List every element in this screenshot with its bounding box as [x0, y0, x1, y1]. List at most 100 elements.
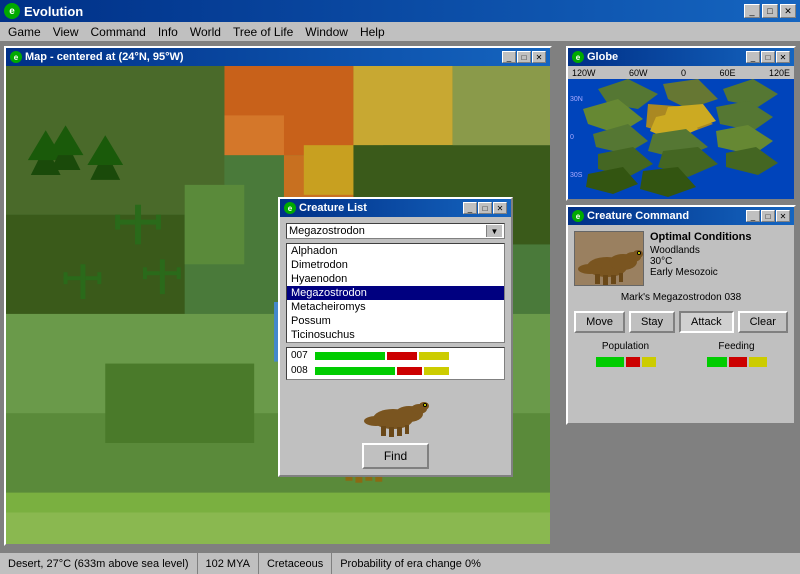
- minimize-button[interactable]: _: [744, 4, 760, 18]
- creature-list-window: e Creature List _ □ ✕ Megazostrodon ▼ Al…: [278, 197, 513, 477]
- status-bar: Desert, 27°C (633m above sea level) 102 …: [0, 552, 800, 574]
- globe-title: Globe: [587, 51, 618, 63]
- title-bar: e Evolution _ □ ✕: [0, 0, 800, 22]
- creature-cmd-close-btn[interactable]: ✕: [776, 210, 790, 222]
- era-value: Early Mesozoic: [650, 267, 788, 278]
- map-window-icon: e: [10, 51, 22, 63]
- globe-close-btn[interactable]: ✕: [776, 51, 790, 63]
- list-item-possum[interactable]: Possum: [287, 314, 504, 328]
- creature-cmd-content: Optimal Conditions Woodlands 30°C Early …: [568, 225, 794, 423]
- attack-button[interactable]: Attack: [679, 311, 734, 333]
- menu-tree-of-life[interactable]: Tree of Life: [227, 24, 299, 40]
- creature-list-icon: e: [284, 202, 296, 214]
- list-item-ticinosuchus[interactable]: Ticinosuchus: [287, 328, 504, 342]
- app-icon: e: [4, 3, 20, 19]
- globe-lon-120w: 120W: [572, 68, 596, 78]
- menu-game[interactable]: Game: [2, 24, 47, 40]
- habitat-value: Woodlands: [650, 245, 788, 256]
- menu-bar: Game View Command Info World Tree of Lif…: [0, 22, 800, 42]
- list-item-megazostrodon[interactable]: Megazostrodon: [287, 286, 504, 300]
- feeding-label: Feeding: [685, 341, 788, 352]
- creature-cmd-title: Creature Command: [587, 210, 689, 222]
- map-title: Map - centered at (24°N, 95°W): [25, 51, 184, 63]
- stay-button[interactable]: Stay: [629, 311, 675, 333]
- globe-minimize-btn[interactable]: _: [746, 51, 760, 63]
- population-section: Population: [574, 341, 677, 367]
- list-item-metacheiromys[interactable]: Metacheiromys: [287, 300, 504, 314]
- clear-button[interactable]: Clear: [738, 311, 788, 333]
- population-label: Population: [574, 341, 677, 352]
- progress-bars-section: 007 008: [286, 347, 505, 380]
- globe-maximize-btn[interactable]: □: [761, 51, 775, 63]
- menu-command[interactable]: Command: [84, 24, 151, 40]
- creature-cmd-minimize-btn[interactable]: _: [746, 210, 760, 222]
- main-area: e Map - centered at (24°N, 95°W) _ □ ✕: [0, 42, 800, 572]
- creature-cmd-icon: e: [572, 210, 584, 222]
- map-close-btn[interactable]: ✕: [532, 51, 546, 63]
- bar-row-007-id: 007: [291, 350, 313, 361]
- globe-lon-60w: 60W: [629, 68, 648, 78]
- creature-image-area: [286, 384, 505, 439]
- list-item-hyaenodon[interactable]: Hyaenodon: [287, 272, 504, 286]
- creature-listbox[interactable]: Alphadon Dimetrodon Hyaenodon Megazostro…: [286, 243, 505, 343]
- population-feeding-row: Population Feeding: [574, 341, 788, 367]
- map-titlebar: e Map - centered at (24°N, 95°W) _ □ ✕: [6, 48, 550, 66]
- creature-stats: Optimal Conditions Woodlands 30°C Early …: [650, 231, 788, 278]
- dropdown-arrow-icon: ▼: [486, 225, 502, 237]
- list-item-dimetrodon[interactable]: Dimetrodon: [287, 258, 504, 272]
- app-title: Evolution: [24, 4, 83, 19]
- find-button[interactable]: Find: [362, 443, 429, 469]
- globe-lon-60e: 60E: [719, 68, 735, 78]
- maximize-button[interactable]: □: [762, 4, 778, 18]
- menu-help[interactable]: Help: [354, 24, 391, 40]
- creature-list-close-btn[interactable]: ✕: [493, 202, 507, 214]
- creature-info-row: Optimal Conditions Woodlands 30°C Early …: [574, 231, 788, 286]
- creature-image-svg: [575, 232, 644, 286]
- dropdown-value: Megazostrodon: [289, 225, 365, 237]
- creature-list-image-svg: [361, 384, 431, 439]
- creature-dropdown[interactable]: Megazostrodon ▼: [286, 223, 505, 239]
- titlebar-buttons: _ □ ✕: [744, 4, 796, 18]
- globe-svg: 30N 0 30S: [568, 79, 794, 199]
- globe-icon: e: [572, 51, 584, 63]
- bar-008-svg: [315, 366, 460, 376]
- globe-titlebar: e Globe _ □ ✕: [568, 48, 794, 66]
- status-location: Desert, 27°C (633m above sea level): [0, 553, 198, 574]
- creature-command-window: e Creature Command _ □ ✕: [566, 205, 796, 425]
- feeding-bars-svg: [707, 355, 767, 367]
- svg-text:30S: 30S: [570, 172, 583, 179]
- creature-cmd-titlebar: e Creature Command _ □ ✕: [568, 207, 794, 225]
- status-probability: Probability of era change 0%: [332, 553, 489, 574]
- menu-world[interactable]: World: [184, 24, 227, 40]
- find-btn-row: Find: [286, 443, 505, 469]
- globe-window: e Globe _ □ ✕ 120W 60W 0 60E 120E: [566, 46, 796, 201]
- svg-text:0: 0: [570, 134, 574, 141]
- creature-list-titlebar: e Creature List _ □ ✕: [280, 199, 511, 217]
- globe-lon-120e: 120E: [769, 68, 790, 78]
- menu-window[interactable]: Window: [299, 24, 354, 40]
- population-bars-svg: [596, 355, 656, 367]
- menu-info[interactable]: Info: [152, 24, 184, 40]
- creature-name: Mark's Megazostrodon 038: [574, 292, 788, 303]
- bar-row-008-id: 008: [291, 365, 313, 376]
- optimal-conditions-title: Optimal Conditions: [650, 231, 788, 243]
- move-button[interactable]: Move: [574, 311, 625, 333]
- bar-007-svg: [315, 351, 460, 361]
- temp-value: 30°C: [650, 256, 788, 267]
- list-item-alphadon[interactable]: Alphadon: [287, 244, 504, 258]
- creature-cmd-maximize-btn[interactable]: □: [761, 210, 775, 222]
- globe-lon-0: 0: [681, 68, 686, 78]
- globe-content: 120W 60W 0 60E 120E 30N 0 30S: [568, 66, 794, 199]
- status-era: Cretaceous: [259, 553, 332, 574]
- creature-list-title: Creature List: [299, 202, 367, 214]
- creature-thumbnail: [574, 231, 644, 286]
- status-time: 102 MYA: [198, 553, 259, 574]
- feeding-section: Feeding: [685, 341, 788, 367]
- map-maximize-btn[interactable]: □: [517, 51, 531, 63]
- creature-list-minimize-btn[interactable]: _: [463, 202, 477, 214]
- svg-text:30N: 30N: [570, 96, 583, 103]
- map-minimize-btn[interactable]: _: [502, 51, 516, 63]
- creature-list-maximize-btn[interactable]: □: [478, 202, 492, 214]
- close-button[interactable]: ✕: [780, 4, 796, 18]
- menu-view[interactable]: View: [47, 24, 85, 40]
